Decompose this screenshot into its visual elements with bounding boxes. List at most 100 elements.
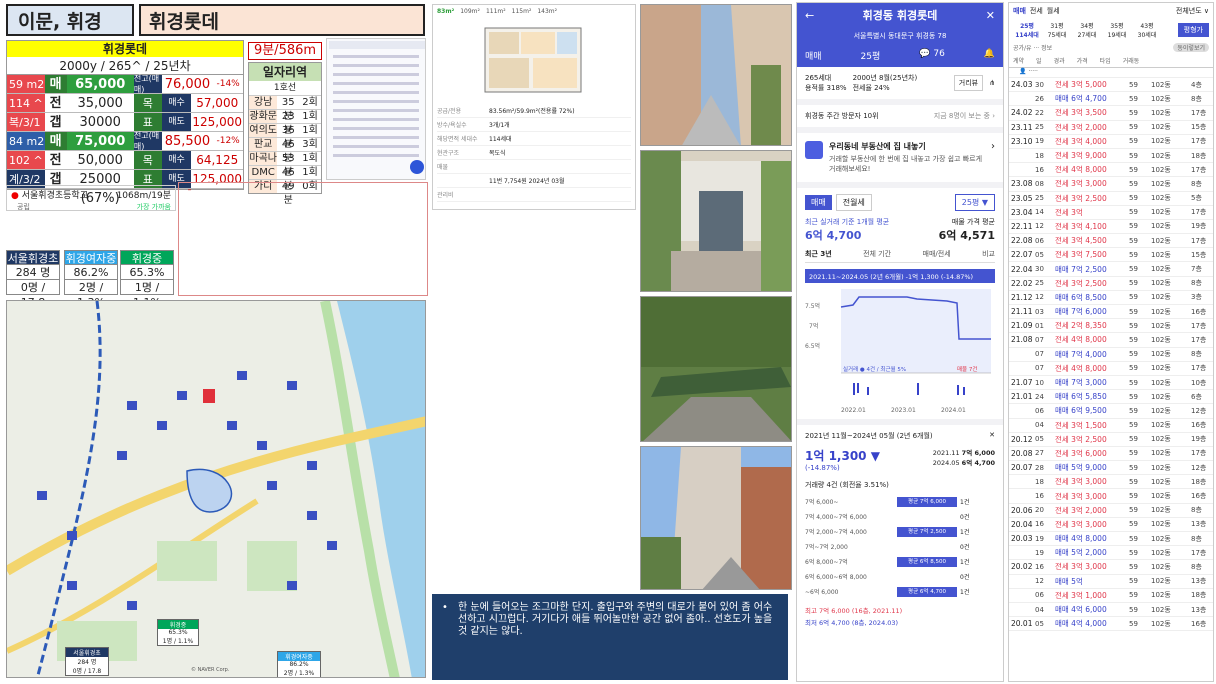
trade-row[interactable]: 20.12 05 전세 3억 2,500 59 102동 19층 (1009, 433, 1213, 447)
trade-row[interactable]: 20.04 16 전세 3억 3,000 59 102동 13층 (1009, 518, 1213, 532)
trade-row[interactable]: 18 전세 3억 9,000 59 102동 18층 (1009, 149, 1213, 164)
trade-row[interactable]: 21.07 10 매매 7억 3,000 59 102동 10층 (1009, 376, 1213, 391)
trade-type-tab[interactable]: 매매 (1013, 7, 1026, 15)
trade-row[interactable]: 23.08 08 전세 3억 3,000 59 102동 8층 (1009, 177, 1213, 192)
size-button[interactable]: 평형가 (1177, 23, 1209, 37)
share-icon[interactable]: ⋔ (989, 79, 995, 87)
back-arrow-icon[interactable]: ← (805, 9, 814, 22)
bell-icon[interactable]: 🔔 (984, 49, 995, 62)
size-tab[interactable]: 31평 75세대 (1043, 21, 1071, 39)
trade-day: 06 (1035, 591, 1044, 600)
trade-row[interactable]: 07 매매 7억 4,000 59 102동 8층 (1009, 348, 1213, 362)
viewers-now[interactable]: 지금 8명이 보는 중 › (934, 111, 995, 121)
trade-row[interactable]: 20.08 27 전세 3억 6,000 59 102동 17층 (1009, 447, 1213, 462)
volume-bin-range: 7억 6,000~ (805, 499, 839, 506)
chart-range-tab[interactable]: 비교 (982, 249, 995, 259)
trade-row[interactable]: 19 매매 5억 2,000 59 102동 17층 (1009, 546, 1213, 561)
trade-type-tab[interactable]: 전세 (1030, 7, 1043, 15)
street-view-button[interactable]: 거리뷰 (953, 75, 984, 91)
trade-day: 16 (1035, 562, 1044, 571)
area-map[interactable]: 휘경중 65.3% 1명 / 1.1% 서울휘경초 284 명 0명 / 17.… (6, 300, 426, 678)
floor-size-tab[interactable]: 109m² (460, 8, 480, 15)
school-info: ● 서울휘경초등학교 1068m/19분 공립 가장 가까움 (6, 185, 176, 211)
volume-bin-bar: 평균 6억 8,500 (897, 556, 957, 567)
tab-rent[interactable]: 전월세 (835, 194, 872, 211)
trade-row[interactable]: 23.05 25 전세 3억 2,500 59 102동 5층 (1009, 192, 1213, 206)
trade-floor: 17층 (1191, 208, 1207, 217)
school-stat-3-ratio: 1명 / 1.1% (120, 280, 174, 309)
trade-row[interactable]: 20.06 20 전세 3억 2,000 59 102동 8층 (1009, 504, 1213, 518)
size-select[interactable]: 25평 (861, 49, 881, 62)
trade-row[interactable]: 21.08 07 전세 4억 8,000 59 102동 17층 (1009, 333, 1213, 348)
trade-row[interactable]: 24.03 30 전세 3억 5,000 59 102동 4층 (1009, 78, 1213, 93)
trade-row[interactable]: 22.11 12 전세 3억 4,100 59 102동 19층 (1009, 220, 1213, 235)
trade-month: 22.02 (1011, 278, 1033, 288)
trade-row[interactable]: 21.01 24 매매 6억 5,850 59 102동 6층 (1009, 390, 1213, 405)
trade-row[interactable]: 22.08 06 전세 3억 4,500 59 102동 17층 (1009, 234, 1213, 249)
trade-row[interactable]: 20.07 28 매매 5억 9,000 59 102동 12층 (1009, 461, 1213, 476)
trade-row[interactable]: 04 전세 3억 1,500 59 102동 16층 (1009, 419, 1213, 433)
price-row-value2: 매수 (161, 94, 192, 112)
thumbnail-line (333, 109, 419, 112)
floorplan-image (484, 27, 582, 93)
volume-bin-count: 1건 (960, 529, 970, 536)
trade-row[interactable]: 21.09 01 전세 2억 8,350 59 102동 17층 (1009, 319, 1213, 334)
trade-row[interactable]: 22.02 25 전세 3억 2,500 59 102동 8층 (1009, 277, 1213, 291)
trade-row[interactable]: 16 전세 4억 8,000 59 102동 17층 (1009, 163, 1213, 178)
trade-month: 23.05 (1011, 193, 1033, 203)
trade-row[interactable]: 18 전세 3억 3,000 59 102동 18층 (1009, 475, 1213, 490)
sub-filter[interactable]: 공가/유 ··· 정보 (1013, 43, 1052, 52)
size-dropdown[interactable]: 25평 ▼ (954, 194, 995, 211)
trade-type: 59 (1129, 179, 1138, 188)
size-tab[interactable]: 25평 114세대 (1013, 21, 1041, 39)
trade-row[interactable]: 06 전세 3억 1,000 59 102동 18층 (1009, 589, 1213, 603)
comment-count[interactable]: 💬 76 (919, 49, 945, 62)
size-tab[interactable]: 34평 27세대 (1073, 21, 1101, 39)
trade-row[interactable]: 26 매매 6억 4,700 59 102동 8층 (1009, 92, 1213, 107)
chart-range-tab[interactable]: 매매/전세 (923, 249, 951, 259)
trade-price: 전세 4억 8,000 (1055, 363, 1107, 373)
volume-bin: 7억 6,000~ 평균 7억 6,000 1건 (805, 494, 995, 509)
trade-row[interactable]: 12 매매 5억 59 102동 13층 (1009, 575, 1213, 589)
floor-size-tab[interactable]: 111m² (486, 8, 506, 15)
trade-type-tab[interactable]: 월세 (1047, 7, 1060, 15)
trade-row[interactable]: 22.07 05 전세 3억 7,500 59 102동 15층 (1009, 248, 1213, 263)
chart-svg (840, 289, 991, 395)
floor-size-tab[interactable]: 115m² (512, 8, 532, 15)
floor-size-tab[interactable]: 83m² (437, 8, 454, 15)
chart-range-tab[interactable]: 최근 3년 (805, 249, 832, 259)
trade-row[interactable]: 20.02 16 전세 3억 3,000 59 102동 8층 (1009, 560, 1213, 575)
trade-row[interactable]: 23.11 25 전세 3억 2,000 59 102동 15층 (1009, 121, 1213, 135)
year-filter[interactable]: 전체년도 ∨ (1176, 6, 1209, 16)
trade-row[interactable]: 04 매매 4억 6,000 59 102동 13층 (1009, 603, 1213, 618)
volume-bin: 7억 2,000~7억 4,000 평균 7억 2,500 1건 (805, 524, 995, 539)
trade-row[interactable]: 21.12 12 매매 6억 8,500 59 102동 3층 (1009, 291, 1213, 305)
trade-price: 매매 7억 6,000 (1055, 307, 1107, 317)
chart-range-tab[interactable]: 전체 기간 (863, 249, 891, 259)
size-tab[interactable]: 35평 19세대 (1103, 21, 1131, 39)
trade-row[interactable]: 16 전세 3억 3,000 59 102동 16층 (1009, 489, 1213, 504)
trade-row[interactable]: 20.01 05 매매 4억 4,000 59 102동 16층 (1009, 617, 1213, 632)
price-row-kind: 매 (44, 75, 67, 93)
list-property-banner[interactable]: 우리동네 부동산에 집 내놓기 거래할 부동산에 한 번에 집 내놓고 가장 쉽… (797, 133, 1003, 188)
size-tab[interactable]: 43평 30세대 (1133, 21, 1161, 39)
tab-sale[interactable]: 매매 (805, 195, 832, 210)
commute-row: 판교 46분 3회 (249, 137, 321, 164)
trade-row[interactable]: 23.10 19 전세 3억 4,000 59 102동 17층 (1009, 135, 1213, 149)
price-chart[interactable]: 2021.11~2024.05 (2년 6개월) -1억 1,300 (-14.… (797, 269, 1003, 419)
close-icon[interactable]: ✕ (986, 9, 995, 22)
trade-row[interactable]: 23.04 14 전세 3억 59 102동 17층 (1009, 206, 1213, 220)
floor-size-tab[interactable]: 143m² (537, 8, 557, 15)
trade-month: 20.02 (1011, 562, 1033, 572)
deal-type-select[interactable]: 매매 (805, 49, 822, 62)
trade-row[interactable]: 24.02 22 전세 3억 3,500 59 102동 17층 (1009, 106, 1213, 121)
trade-floor: 4층 (1191, 80, 1202, 89)
trade-row[interactable]: 06 매매 6억 9,500 59 102동 12층 (1009, 404, 1213, 419)
trade-row[interactable]: 22.04 30 매매 7억 2,500 59 102동 7층 (1009, 262, 1213, 277)
trade-row[interactable]: 21.11 03 매매 7억 6,000 59 102동 16층 (1009, 305, 1213, 320)
dong-view-button[interactable]: 동이렇보기 (1173, 43, 1209, 52)
close-icon[interactable]: ✕ (989, 431, 995, 441)
commute-row: 강남 35분 2회 (249, 95, 321, 122)
trade-row[interactable]: 07 전세 4억 8,000 59 102동 17층 (1009, 362, 1213, 376)
trade-row[interactable]: 20.03 19 매매 4억 8,000 59 102동 8층 (1009, 532, 1213, 547)
